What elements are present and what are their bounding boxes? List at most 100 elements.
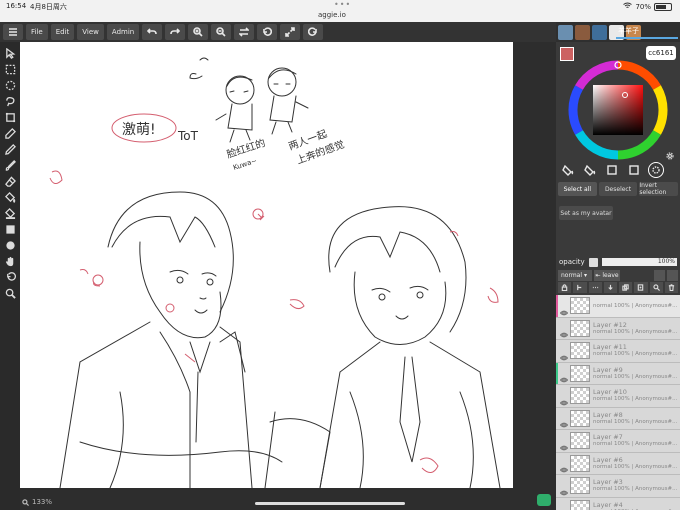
tool-fill[interactable] (3, 190, 17, 204)
layer-row[interactable]: Layer #4normal 100% | Anonymous#... (556, 497, 680, 510)
layer-info: Layer #6 normal 100% | Anonymous#... (593, 456, 677, 470)
view-menu-button[interactable]: View (77, 24, 104, 40)
invert-selection-button[interactable]: Invert selection (639, 182, 679, 196)
tool-eraser[interactable] (3, 174, 17, 188)
new-layer-button[interactable] (634, 282, 648, 293)
tool-ellipse[interactable] (3, 238, 17, 252)
browser-url[interactable]: aggie.io (318, 11, 346, 19)
tool-eyedropper[interactable] (3, 126, 17, 140)
layer-visibility-toggle[interactable] (559, 392, 569, 406)
layer-name: Layer #9 (593, 365, 623, 374)
delete-layer-button[interactable] (664, 282, 678, 293)
file-menu-button[interactable]: File (26, 24, 48, 40)
tool-hand[interactable] (3, 254, 17, 268)
merge-layer-button[interactable] (603, 282, 617, 293)
eye-icon (559, 467, 569, 473)
layer-owner-marker (556, 385, 558, 407)
rotate-left-button[interactable] (257, 24, 278, 40)
tool-rect-select[interactable] (3, 62, 17, 76)
brush-preset-1[interactable] (560, 162, 576, 178)
layer-visibility-toggle[interactable] (559, 414, 569, 428)
layer-row[interactable]: Layer #7 normal 100% | Anonymous#... (556, 430, 680, 453)
layer-row[interactable]: Layer #12 normal 100% | Anonymous#... (556, 317, 680, 340)
layer-visibility-toggle[interactable] (559, 324, 569, 338)
layer-visibility-toggle[interactable] (559, 369, 569, 383)
layer-meta: normal 100% | Anonymous#... (593, 418, 678, 425)
layer-visibility-toggle[interactable] (559, 482, 569, 496)
layer-visibility-toggle[interactable] (559, 347, 569, 361)
blend-mode-select[interactable]: normal ▾ (558, 269, 592, 281)
eye-icon (559, 355, 569, 361)
undo-button[interactable] (142, 24, 163, 40)
circle-icon (5, 240, 15, 250)
deselect-button[interactable]: Deselect (598, 182, 638, 196)
brush-preset-4[interactable] (626, 162, 642, 178)
tool-brush[interactable] (3, 158, 17, 172)
layer-row[interactable]: Layer #3 normal 100% | Anonymous#... (556, 475, 680, 498)
tool-ellipse-select[interactable] (3, 78, 17, 92)
tool-rotate[interactable] (3, 270, 17, 284)
leave-layer-button[interactable]: ⇤ leave (594, 269, 620, 281)
tool-zoom[interactable] (3, 286, 17, 300)
user-avatar[interactable] (558, 24, 573, 40)
gradient-fill-icon (4, 207, 15, 219)
redo-button[interactable] (165, 24, 186, 40)
layer-visibility-toggle[interactable] (559, 302, 569, 316)
admin-menu-button[interactable]: Admin (106, 24, 140, 40)
flip-button[interactable] (234, 24, 255, 40)
fullscreen-button[interactable] (280, 24, 301, 40)
layer-row[interactable]: Layer #11 normal 100% | Anonymous#... (556, 340, 680, 363)
set-avatar-button[interactable]: Set as my avatar (559, 206, 613, 220)
layer-row[interactable]: normal 100% | Anonymous#... (556, 295, 680, 318)
layer-row[interactable]: Layer #8 normal 100% | Anonymous#... (556, 407, 680, 430)
color-wheel[interactable] (568, 60, 668, 160)
layer-visibility-toggle[interactable] (559, 459, 569, 473)
multitask-dots[interactable]: ••• (334, 0, 351, 9)
brush-preset-3[interactable] (604, 162, 620, 178)
rotate-right-button[interactable] (303, 24, 324, 40)
duplicate-layer-button[interactable] (619, 282, 633, 293)
opacity-lock-checkbox[interactable] (588, 257, 598, 267)
zoom-indicator[interactable]: 133% (22, 498, 52, 506)
brush-preset-2[interactable] (582, 162, 598, 178)
layer-thumbnail (570, 319, 590, 337)
zoom-out-button[interactable] (211, 24, 232, 40)
chat-button[interactable] (537, 494, 551, 506)
drawing-canvas[interactable]: 激萌! ToT 脸红红的 Kuwa~ 两人一起 上奔的感觉 (20, 42, 513, 488)
clip-layer-button[interactable] (573, 282, 587, 293)
layer-visibility-toggle[interactable] (559, 437, 569, 451)
search-layer-button[interactable] (649, 282, 663, 293)
tool-transform[interactable] (3, 110, 17, 124)
layer-option-button[interactable] (654, 269, 665, 281)
layer-visibility-toggle[interactable] (560, 504, 568, 510)
layer-row[interactable]: Layer #6 normal 100% | Anonymous#... (556, 452, 680, 475)
lock-layer-button[interactable] (558, 282, 572, 293)
layer-thumbnail (570, 297, 590, 315)
stamp-icon (652, 166, 660, 174)
tool-rectangle[interactable] (3, 222, 17, 236)
opacity-slider[interactable]: 100% (601, 258, 677, 266)
layer-info: Layer #12 normal 100% | Anonymous#... (593, 321, 677, 335)
layer-row[interactable]: Layer #10 normal 100% | Anonymous#... (556, 385, 680, 408)
layer-name: Layer #3 (593, 478, 623, 487)
tool-pencil[interactable] (3, 142, 17, 156)
layer-row[interactable]: Layer #9 normal 100% | Anonymous#... (556, 362, 680, 385)
user-avatar[interactable] (575, 24, 590, 40)
hex-color-field[interactable]: cc6161 (646, 46, 676, 60)
layer-menu-button[interactable] (588, 282, 602, 293)
layer-name: Layer #11 (593, 343, 627, 352)
tool-gradient[interactable] (3, 206, 17, 220)
primary-color-swatch[interactable] (560, 47, 574, 61)
layer-more-button[interactable] (667, 269, 678, 281)
brush-preset-5[interactable] (648, 162, 664, 178)
zoom-in-button[interactable] (188, 24, 209, 40)
tool-lasso[interactable] (3, 94, 17, 108)
edit-menu-button[interactable]: Edit (50, 24, 75, 40)
tool-move[interactable] (3, 46, 17, 60)
select-all-button[interactable]: Select all (558, 182, 597, 196)
eye-icon (559, 377, 569, 383)
menu-button[interactable] (3, 24, 23, 40)
user-avatar[interactable] (592, 24, 607, 40)
duplicate-icon (622, 284, 629, 291)
pencil-icon (4, 143, 16, 155)
